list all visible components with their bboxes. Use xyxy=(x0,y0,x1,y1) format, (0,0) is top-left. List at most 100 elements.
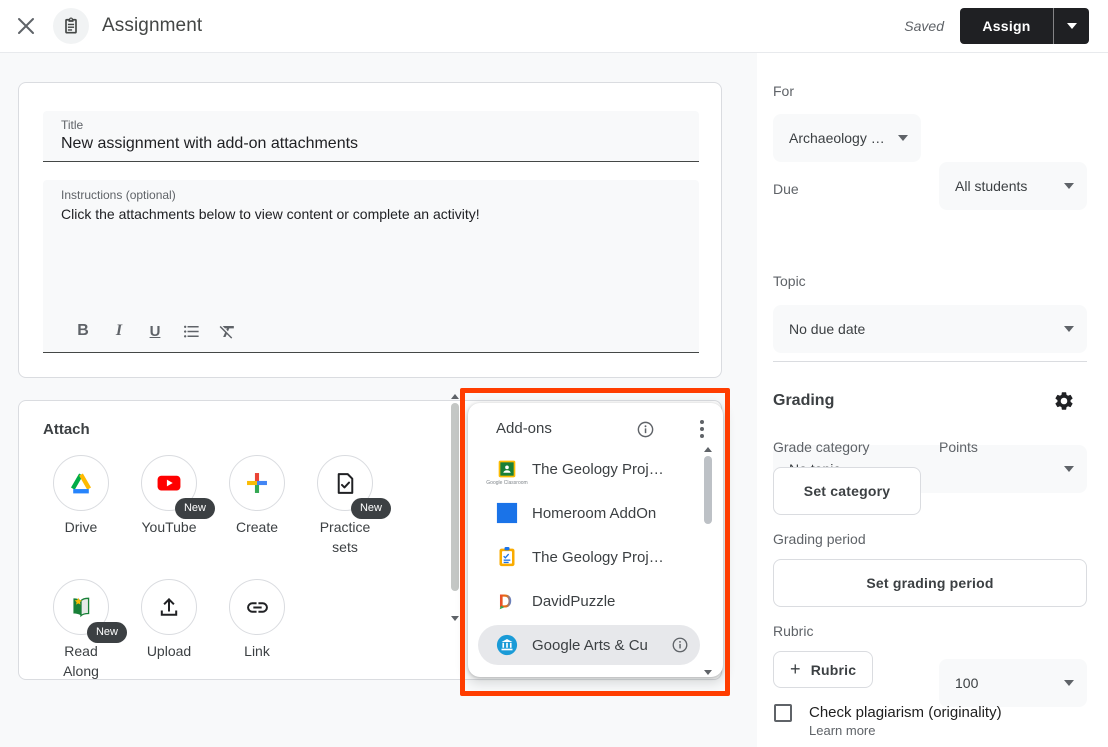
addon-row-davidpuzzle[interactable]: D DavidPuzzle xyxy=(478,581,700,621)
close-button[interactable] xyxy=(12,12,40,40)
chevron-down-icon xyxy=(1064,466,1074,472)
bulleted-list-icon xyxy=(182,322,201,341)
bold-button[interactable]: B xyxy=(65,319,101,343)
davidpuzzle-icon: D xyxy=(495,589,519,613)
addons-info-button[interactable] xyxy=(633,417,657,441)
topbar-actions: Saved Assign xyxy=(904,8,1089,44)
new-badge: New xyxy=(175,498,215,519)
addon-row-arts-culture[interactable]: Google Arts & Cu xyxy=(478,625,700,665)
chevron-down-icon xyxy=(1064,326,1074,332)
attach-youtube-button[interactable]: New YouTube xyxy=(125,455,213,537)
page-title: Assignment xyxy=(102,15,202,37)
new-badge: New xyxy=(351,498,391,519)
chevron-down-icon xyxy=(1067,23,1077,29)
due-date-select[interactable]: No due date xyxy=(773,305,1087,353)
rubric-label: Rubric xyxy=(773,623,813,639)
format-toolbar: B I U xyxy=(65,319,245,343)
plagiarism-label: Check plagiarism (originality) xyxy=(809,704,1002,721)
students-select[interactable]: All students xyxy=(939,162,1087,210)
settings-sidebar: For Archaeology … All students Due No du… xyxy=(757,53,1108,747)
addon-row-geology-1[interactable]: Google Classroom The Geology Proj… xyxy=(478,449,700,489)
attach-link-button[interactable]: Link xyxy=(213,579,301,661)
kebab-icon xyxy=(700,420,704,438)
attach-upload-button[interactable]: Upload xyxy=(125,579,213,661)
scrollbar-thumb[interactable] xyxy=(451,403,459,591)
for-label: For xyxy=(773,83,794,99)
assignment-form-card: Title New assignment with add-on attachm… xyxy=(18,82,722,378)
scroll-up-icon[interactable] xyxy=(704,447,712,452)
instructions-field-value: Click the attachments below to view cont… xyxy=(61,206,681,222)
read-along-icon xyxy=(68,594,94,620)
class-select[interactable]: Archaeology … xyxy=(773,114,921,162)
points-label: Points xyxy=(939,439,978,455)
underline-button[interactable]: U xyxy=(137,319,173,343)
points-select[interactable]: 100 xyxy=(939,659,1087,707)
grade-category-label: Grade category xyxy=(773,439,870,455)
clipboard-addon-icon xyxy=(495,545,519,569)
chevron-down-icon xyxy=(1064,183,1074,189)
info-icon xyxy=(671,636,689,654)
link-icon xyxy=(245,595,270,620)
italic-button[interactable]: I xyxy=(101,319,137,343)
info-icon xyxy=(636,420,655,439)
addon-row-homeroom[interactable]: Homeroom AddOn xyxy=(478,493,700,533)
addon-info-button[interactable] xyxy=(668,633,692,657)
chevron-down-icon xyxy=(898,135,908,141)
chevron-down-icon xyxy=(1064,680,1074,686)
topic-label: Topic xyxy=(773,273,806,289)
instructions-field-label: Instructions (optional) xyxy=(61,188,681,202)
close-icon xyxy=(16,16,36,36)
plus-icon: + xyxy=(790,659,801,680)
divider xyxy=(773,361,1087,362)
grading-period-label: Grading period xyxy=(773,531,866,547)
addons-menu-button[interactable] xyxy=(690,417,714,441)
create-plus-icon xyxy=(244,470,270,496)
clear-formatting-icon xyxy=(218,322,237,341)
upload-icon xyxy=(157,595,181,619)
title-field-label: Title xyxy=(61,118,681,132)
scroll-down-icon[interactable] xyxy=(451,616,459,621)
grading-settings-button[interactable] xyxy=(1052,389,1076,413)
classroom-addon-icon: Google Classroom xyxy=(495,457,519,481)
set-category-button[interactable]: Set category xyxy=(773,467,921,515)
addons-scrollbar[interactable] xyxy=(702,445,714,677)
scroll-up-icon[interactable] xyxy=(451,394,459,399)
plagiarism-checkbox[interactable] xyxy=(774,704,792,722)
addon-row-geology-2[interactable]: The Geology Proj… xyxy=(478,537,700,577)
assignment-type-icon xyxy=(53,8,89,44)
homeroom-addon-icon xyxy=(495,501,519,525)
assign-dropdown-button[interactable] xyxy=(1053,8,1089,44)
assignment-editor: Assignment Saved Assign Title New assign… xyxy=(0,0,1108,747)
attach-drive-button[interactable]: Drive xyxy=(37,455,125,537)
attach-panel-scrollbar[interactable] xyxy=(449,392,461,623)
grading-heading: Grading xyxy=(773,392,834,410)
youtube-icon xyxy=(155,469,183,497)
scrollbar-thumb[interactable] xyxy=(704,456,712,524)
practice-sets-icon xyxy=(333,471,358,496)
addons-popup: Add-ons Google Classroom The Geology xyxy=(468,403,723,677)
title-field[interactable]: Title New assignment with add-on attachm… xyxy=(43,111,699,162)
title-field-value: New assignment with add-on attachments xyxy=(61,135,681,153)
top-bar: Assignment Saved Assign xyxy=(0,0,1108,53)
assign-split-button: Assign xyxy=(960,8,1089,44)
clear-formatting-button[interactable] xyxy=(209,319,245,343)
arts-culture-icon xyxy=(495,633,519,657)
add-rubric-button[interactable]: + Rubric xyxy=(773,651,873,688)
attach-create-button[interactable]: Create xyxy=(213,455,301,537)
new-badge: New xyxy=(87,622,127,643)
learn-more-link[interactable]: Learn more xyxy=(809,723,875,738)
saved-status: Saved xyxy=(904,18,944,34)
due-label: Due xyxy=(773,181,799,197)
drive-icon xyxy=(68,470,94,496)
scroll-down-icon[interactable] xyxy=(704,670,712,675)
gear-icon xyxy=(1053,390,1075,412)
set-grading-period-button[interactable]: Set grading period xyxy=(773,559,1087,607)
clipboard-icon xyxy=(61,16,81,36)
assign-button[interactable]: Assign xyxy=(960,8,1053,44)
attach-practice-sets-button[interactable]: New Practice sets xyxy=(301,455,389,557)
instructions-field[interactable]: Instructions (optional) Click the attach… xyxy=(43,180,699,353)
attach-heading: Attach xyxy=(43,421,90,438)
bulleted-list-button[interactable] xyxy=(173,319,209,343)
addons-title: Add-ons xyxy=(496,420,552,437)
attach-read-along-button[interactable]: New Read Along xyxy=(37,579,125,681)
